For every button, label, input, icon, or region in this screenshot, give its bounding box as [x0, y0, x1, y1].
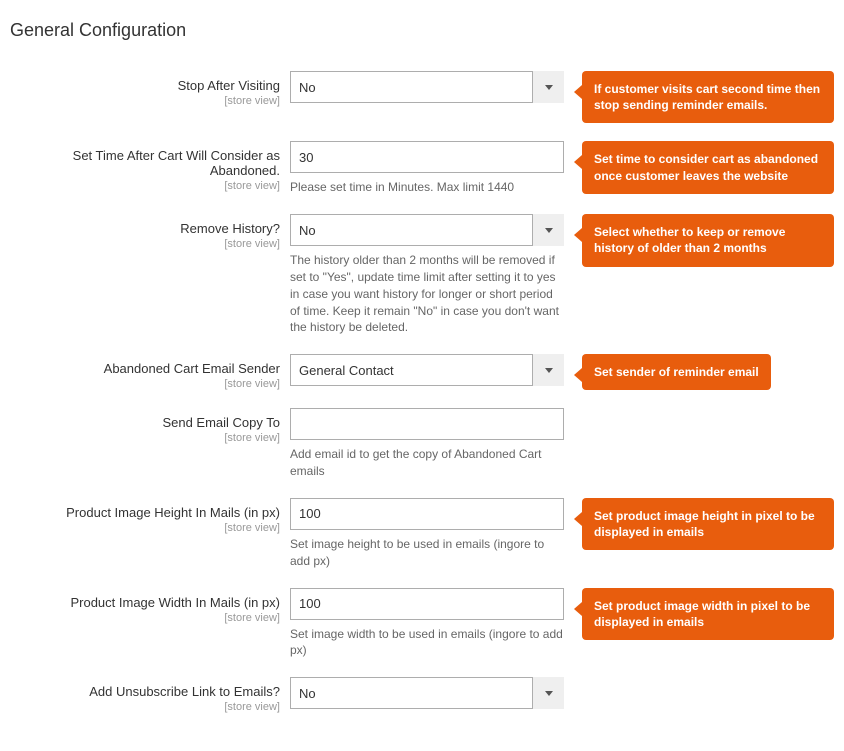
- scope-label: [store view]: [10, 180, 280, 192]
- hint-text: Add email id to get the copy of Abandone…: [290, 446, 564, 480]
- scope-label: [store view]: [10, 238, 280, 250]
- scope-label: [store view]: [10, 701, 280, 713]
- section-title: General Configuration: [10, 20, 834, 41]
- label-col: Abandoned Cart Email Sender [store view]: [10, 354, 290, 390]
- field-unsubscribe-link: Add Unsubscribe Link to Emails? [store v…: [10, 677, 834, 713]
- hint-text: Set image width to be used in emails (in…: [290, 626, 564, 660]
- input-col: Set image height to be used in emails (i…: [290, 498, 564, 570]
- callout: Set product image width in pixel to be d…: [582, 588, 834, 640]
- select-wrap: No: [290, 677, 564, 709]
- set-time-abandoned-input[interactable]: [290, 141, 564, 173]
- callout: Set sender of reminder email: [582, 354, 771, 390]
- callout: Select whether to keep or remove history…: [582, 214, 834, 266]
- field-label: Product Image Height In Mails (in px): [10, 505, 280, 520]
- scope-label: [store view]: [10, 432, 280, 444]
- field-label: Remove History?: [10, 221, 280, 236]
- label-col: Stop After Visiting [store view]: [10, 71, 290, 107]
- field-label: Stop After Visiting: [10, 78, 280, 93]
- label-col: Send Email Copy To [store view]: [10, 408, 290, 444]
- field-remove-history: Remove History? [store view] No The hist…: [10, 214, 834, 336]
- callout: If customer visits cart second time then…: [582, 71, 834, 123]
- label-col: Remove History? [store view]: [10, 214, 290, 250]
- input-col: No: [290, 71, 564, 103]
- hint-text: Please set time in Minutes. Max limit 14…: [290, 179, 564, 196]
- hint-text: Set image height to be used in emails (i…: [290, 536, 564, 570]
- field-label: Set Time After Cart Will Consider as Aba…: [10, 148, 280, 178]
- remove-history-select[interactable]: No: [290, 214, 564, 246]
- field-email-sender: Abandoned Cart Email Sender [store view]…: [10, 354, 834, 390]
- field-label: Send Email Copy To: [10, 415, 280, 430]
- email-sender-select[interactable]: General Contact: [290, 354, 564, 386]
- scope-label: [store view]: [10, 378, 280, 390]
- select-wrap: General Contact: [290, 354, 564, 386]
- select-wrap: No: [290, 71, 564, 103]
- field-label: Abandoned Cart Email Sender: [10, 361, 280, 376]
- label-col: Product Image Width In Mails (in px) [st…: [10, 588, 290, 624]
- callout: Set product image height in pixel to be …: [582, 498, 834, 550]
- stop-after-visiting-select[interactable]: No: [290, 71, 564, 103]
- select-wrap: No: [290, 214, 564, 246]
- input-col: Please set time in Minutes. Max limit 14…: [290, 141, 564, 196]
- field-image-width: Product Image Width In Mails (in px) [st…: [10, 588, 834, 660]
- label-col: Set Time After Cart Will Consider as Aba…: [10, 141, 290, 192]
- field-stop-after-visiting: Stop After Visiting [store view] No If c…: [10, 71, 834, 123]
- hint-text: The history older than 2 months will be …: [290, 252, 564, 336]
- label-col: Add Unsubscribe Link to Emails? [store v…: [10, 677, 290, 713]
- email-copy-to-input[interactable]: [290, 408, 564, 440]
- scope-label: [store view]: [10, 612, 280, 624]
- input-col: No The history older than 2 months will …: [290, 214, 564, 336]
- input-col: Add email id to get the copy of Abandone…: [290, 408, 564, 480]
- field-set-time-abandoned: Set Time After Cart Will Consider as Aba…: [10, 141, 834, 196]
- input-col: Set image width to be used in emails (in…: [290, 588, 564, 660]
- image-height-input[interactable]: [290, 498, 564, 530]
- field-label: Add Unsubscribe Link to Emails?: [10, 684, 280, 699]
- field-email-copy-to: Send Email Copy To [store view] Add emai…: [10, 408, 834, 480]
- scope-label: [store view]: [10, 95, 280, 107]
- input-col: No: [290, 677, 564, 709]
- callout: Set time to consider cart as abandoned o…: [582, 141, 834, 193]
- field-image-height: Product Image Height In Mails (in px) [s…: [10, 498, 834, 570]
- field-label: Product Image Width In Mails (in px): [10, 595, 280, 610]
- input-col: General Contact: [290, 354, 564, 386]
- image-width-input[interactable]: [290, 588, 564, 620]
- scope-label: [store view]: [10, 522, 280, 534]
- label-col: Product Image Height In Mails (in px) [s…: [10, 498, 290, 534]
- unsubscribe-link-select[interactable]: No: [290, 677, 564, 709]
